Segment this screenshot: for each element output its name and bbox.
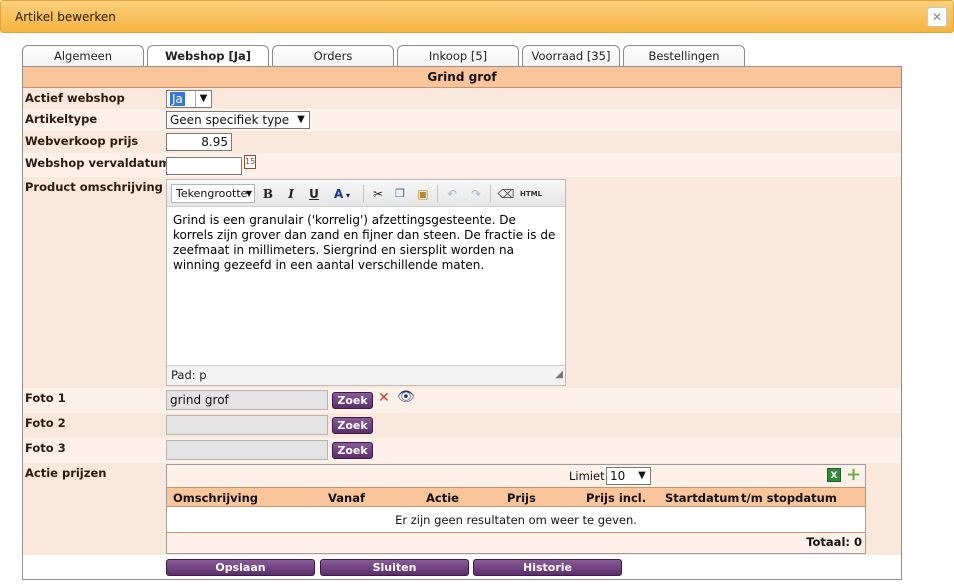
tab-inkoop[interactable]: Inkoop [5]	[397, 45, 519, 67]
chevron-down-icon: ▼	[638, 470, 646, 481]
row-webshop-vervaldatum: Webshop vervaldatum 15	[23, 153, 901, 177]
eraser-icon[interactable]: ⌫	[497, 185, 515, 203]
label-foto2: Foto 2	[25, 416, 66, 430]
rich-text-editor: Tekengrootte ▼ B I U A ▾ ✂ ❐ ▣ ↶ ↷ ⌫ HTM…	[166, 179, 566, 386]
label-artikeltype: Artikeltype	[25, 112, 98, 126]
chevron-down-icon: ▼	[195, 91, 211, 107]
redo-icon[interactable]: ↷	[467, 185, 485, 203]
italic-icon[interactable]: I	[282, 185, 300, 203]
resize-handle-icon[interactable]: ◢	[555, 365, 563, 384]
foto1-input[interactable]: grind grof	[166, 390, 328, 410]
label-foto1: Foto 1	[25, 391, 66, 405]
label-product-omschrijving: Product omschrijving	[25, 180, 163, 194]
artikeltype-select[interactable]: Geen specifiek type ▼	[166, 111, 310, 129]
row-foto2: Foto 2 Zoek	[23, 413, 901, 438]
opslaan-button[interactable]: Opslaan	[166, 559, 315, 576]
editor-content[interactable]: Grind is een granulair ('korrelig') afze…	[167, 207, 565, 365]
toolbar-divider	[490, 185, 491, 202]
col-prijs-incl[interactable]: Prijs incl.	[586, 491, 646, 505]
dialog-title: Artikel bewerken	[15, 10, 116, 24]
col-prijs[interactable]: Prijs	[507, 491, 536, 505]
paste-icon[interactable]: ▣	[414, 185, 432, 203]
foto3-zoek-button[interactable]: Zoek	[332, 442, 373, 459]
grid-empty-message: Er zijn geen resultaten om weer te geven…	[167, 507, 865, 533]
undo-icon[interactable]: ↶	[443, 185, 461, 203]
cut-icon[interactable]: ✂	[369, 185, 387, 203]
row-foto1: Foto 1 grind grof Zoek ✕ 👁	[23, 388, 901, 413]
col-startdatum[interactable]: Startdatum	[665, 491, 739, 505]
webshop-panel: Grind grof Actief webshop Ja ▼ Artikelty…	[22, 66, 902, 580]
sluiten-button[interactable]: Sluiten	[320, 559, 469, 576]
excel-export-icon[interactable]: X	[827, 468, 841, 482]
copy-icon[interactable]: ❐	[391, 185, 409, 203]
html-source-icon[interactable]: HTML	[519, 185, 543, 203]
webverkoop-prijs-input[interactable]: 8.95	[166, 133, 232, 151]
tab-algemeen[interactable]: Algemeen	[22, 45, 144, 67]
limit-label: Limiet	[569, 469, 605, 483]
toolbar-divider	[437, 185, 438, 202]
underline-icon[interactable]: U	[305, 185, 323, 203]
close-icon[interactable]: ✕	[927, 7, 947, 27]
bold-icon[interactable]: B	[259, 185, 277, 203]
grid-total: Totaal: 0	[167, 533, 865, 553]
limit-value: 10	[610, 469, 626, 483]
label-foto3: Foto 3	[25, 441, 66, 455]
row-webverkoop-prijs: Webverkoop prijs 8.95	[23, 131, 901, 153]
font-size-label: Tekengrootte	[176, 187, 248, 200]
toolbar-divider	[363, 185, 364, 202]
foto3-input[interactable]	[166, 440, 328, 460]
col-vanaf[interactable]: Vanaf	[328, 491, 365, 505]
tab-webshop[interactable]: Webshop [Ja]	[147, 45, 269, 68]
row-artikeltype: Artikeltype Geen specifiek type ▼	[23, 109, 901, 131]
label-webverkoop-prijs: Webverkoop prijs	[25, 134, 139, 148]
tab-orders[interactable]: Orders	[272, 45, 394, 67]
row-foto3: Foto 3 Zoek	[23, 438, 901, 463]
calendar-icon[interactable]: 15	[244, 155, 256, 169]
artikeltype-value: Geen specifiek type	[170, 113, 290, 127]
actie-prijzen-grid: Limiet 10 ▼ X + Omschrijving Vanaf Actie…	[166, 464, 866, 554]
foto2-zoek-button[interactable]: Zoek	[332, 417, 373, 434]
chevron-down-icon: ▼	[245, 189, 253, 198]
col-omschrijving[interactable]: Omschrijving	[173, 491, 258, 505]
row-actie-prijzen: Actie prijzen Limiet 10 ▼ X + Omschrijvi…	[23, 463, 901, 555]
actief-webshop-select[interactable]: Ja ▼	[166, 90, 212, 108]
col-stopdatum[interactable]: t/m stopdatum	[741, 491, 837, 505]
foto1-zoek-button[interactable]: Zoek	[332, 392, 373, 409]
editor-path: Pad: p ◢	[167, 365, 565, 385]
delete-icon[interactable]: ✕	[378, 390, 390, 406]
tab-bestellingen[interactable]: Bestellingen	[623, 45, 745, 67]
col-actie[interactable]: Actie	[426, 491, 459, 505]
limit-select[interactable]: 10 ▼	[606, 467, 651, 485]
foto2-input[interactable]	[166, 415, 328, 435]
editor-path-text: Pad: p	[171, 368, 207, 382]
font-size-dropdown[interactable]: Tekengrootte ▼	[171, 184, 255, 203]
font-color-icon[interactable]: A ▾	[329, 185, 355, 203]
row-actief-webshop: Actief webshop Ja ▼	[23, 88, 901, 109]
row-product-omschrijving: Product omschrijving Tekengrootte ▼ B I …	[23, 177, 901, 388]
grid-toolbar: Limiet 10 ▼ X +	[167, 464, 865, 488]
label-webshop-vervaldatum: Webshop vervaldatum	[25, 156, 171, 170]
actief-webshop-value: Ja	[170, 92, 185, 106]
tab-voorraad[interactable]: Voorraad [35]	[522, 45, 620, 67]
editor-toolbar: Tekengrootte ▼ B I U A ▾ ✂ ❐ ▣ ↶ ↷ ⌫ HTM…	[167, 180, 565, 207]
add-icon[interactable]: +	[846, 464, 861, 485]
panel-heading: Grind grof	[23, 67, 901, 88]
dialog-title-bar: Artikel bewerken ✕	[0, 0, 954, 33]
historie-button[interactable]: Historie	[473, 559, 622, 576]
label-actie-prijzen: Actie prijzen	[25, 466, 107, 480]
grid-header-row: Omschrijving Vanaf Actie Prijs Prijs inc…	[167, 488, 865, 507]
webshop-vervaldatum-input[interactable]	[166, 157, 242, 175]
eye-icon[interactable]: 👁	[397, 389, 415, 405]
label-actief-webshop: Actief webshop	[25, 91, 125, 105]
chevron-down-icon: ▼	[297, 114, 305, 125]
